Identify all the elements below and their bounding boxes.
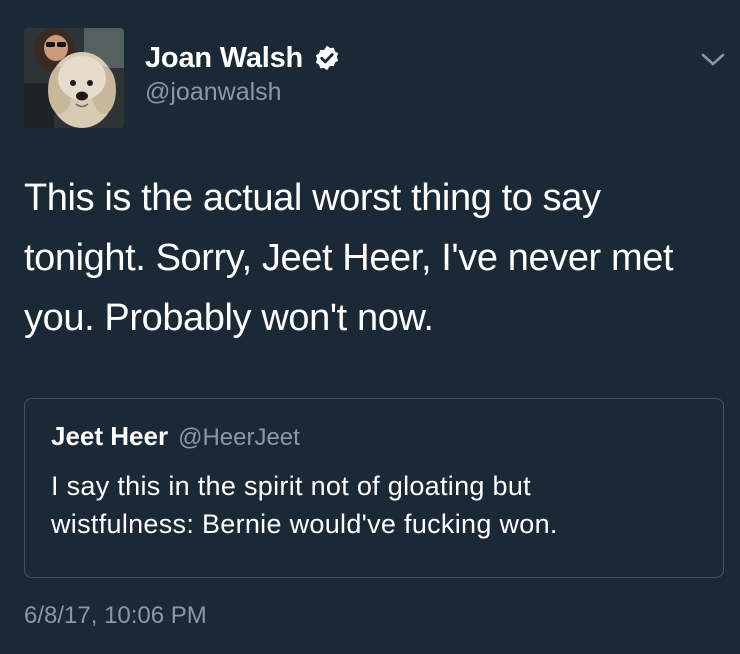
quoted-display-name: Jeet Heer [51, 421, 169, 451]
tweet-card: Joan Walsh @joanwalsh This is the actual… [0, 0, 740, 654]
tweet-text-line: you. Probably won't now. [24, 297, 434, 339]
quoted-text-line: I say this in the spirit not of gloating… [51, 471, 531, 501]
quoted-tweet[interactable]: Jeet Heer @HeerJeet I say this in the sp… [24, 398, 724, 578]
quoted-tweet-header: Jeet Heer @HeerJeet [51, 421, 300, 452]
tweet-text-line: This is the actual worst thing to say [24, 177, 601, 219]
author-display-name[interactable]: Joan Walsh [145, 42, 303, 75]
quoted-text-line: wistfulness: Bernie would've fucking won… [51, 509, 558, 539]
quoted-tweet-text: I say this in the spirit not of gloating… [51, 467, 711, 543]
author-name-row[interactable]: Joan Walsh [145, 40, 341, 76]
chevron-down-icon[interactable] [700, 50, 726, 70]
verified-badge-icon [313, 44, 341, 72]
avatar[interactable] [24, 28, 124, 128]
tweet-text: This is the actual worst thing to say to… [24, 168, 724, 348]
avatar-photo [24, 28, 124, 128]
tweet-timestamp[interactable]: 6/8/17, 10:06 PM [24, 602, 207, 630]
quoted-handle: @HeerJeet [178, 424, 300, 451]
author-handle[interactable]: @joanwalsh [145, 78, 282, 107]
tweet-text-line: tonight. Sorry, Jeet Heer, I've never me… [24, 237, 674, 279]
